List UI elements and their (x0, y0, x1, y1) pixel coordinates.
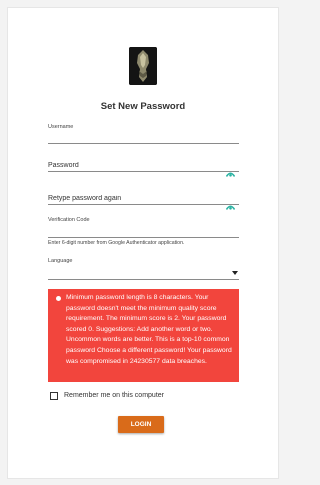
verification-code-label: Verification Code (48, 217, 90, 223)
language-underline (48, 279, 239, 280)
alert-message: Minimum password length is 8 characters.… (66, 294, 232, 365)
remember-label: Remember me on this computer (64, 392, 164, 399)
password-error-alert: Minimum password length is 8 characters.… (48, 289, 239, 382)
alert-dot-icon (56, 296, 61, 301)
username-field[interactable] (48, 132, 239, 144)
username-label: Username (48, 124, 74, 130)
remember-checkbox[interactable] (50, 391, 58, 400)
language-select[interactable] (48, 266, 239, 279)
page-title: Set New Password (100, 101, 186, 112)
retype-password-field[interactable] (48, 193, 239, 205)
remember-me[interactable]: Remember me on this computer (50, 391, 164, 400)
login-button[interactable]: LOGIN (118, 416, 164, 433)
eye-icon[interactable] (225, 164, 236, 177)
language-label: Language (48, 258, 73, 264)
chevron-down-icon[interactable] (232, 271, 238, 275)
verification-code-field[interactable] (48, 226, 239, 238)
verification-hint: Enter 6-digit number from Google Authent… (48, 240, 185, 246)
eye-icon[interactable] (225, 197, 236, 210)
app-logo (129, 47, 157, 85)
password-field[interactable] (48, 160, 239, 172)
